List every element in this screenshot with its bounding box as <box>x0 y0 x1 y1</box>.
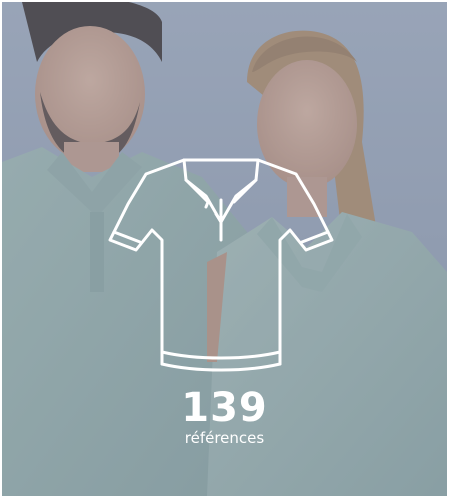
reference-label: références <box>184 429 265 447</box>
polo-shirt-icon <box>108 158 334 372</box>
reference-count: 139 <box>181 385 268 431</box>
product-category-tile[interactable]: 139 références <box>2 2 447 496</box>
